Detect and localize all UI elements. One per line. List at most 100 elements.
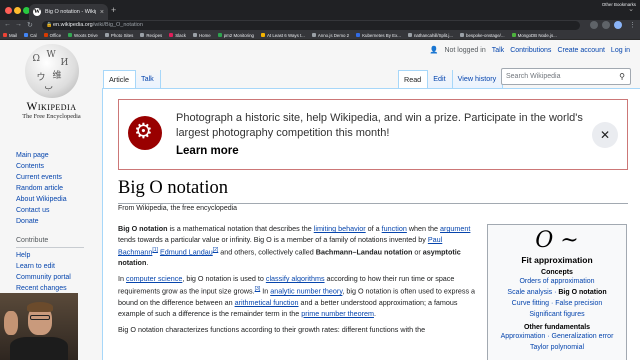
login-link[interactable]: Log in: [611, 47, 630, 54]
text: tends towards a particular value or infi…: [118, 235, 428, 244]
link-prime-number-theorem[interactable]: prime number theorem: [301, 309, 374, 318]
sidebar-item-about-wikipedia[interactable]: About Wikipedia: [16, 194, 96, 205]
bookmark-label: Office: [49, 32, 62, 38]
close-banner-button[interactable]: ✕: [592, 122, 618, 148]
talk-link[interactable]: Talk: [492, 47, 504, 54]
sidebar-item-contact-us[interactable]: Contact us: [16, 205, 96, 216]
link-argument[interactable]: argument: [440, 224, 470, 233]
bookmark-favicon-icon: [192, 33, 197, 37]
link-arithmetical-function[interactable]: arithmetical function: [235, 298, 299, 307]
bookmark-item[interactable]: pm2 Monitoring: [217, 33, 254, 38]
link-classify-algorithms[interactable]: classify algorithms: [266, 274, 325, 283]
infobox-link-row[interactable]: Scale analysis · Big O notation: [488, 287, 626, 298]
sidebar-item-community-portal[interactable]: Community portal: [16, 272, 96, 283]
text: .: [146, 258, 149, 268]
extension-icon[interactable]: [602, 21, 610, 29]
search-icon[interactable]: ⚲: [619, 72, 625, 81]
lock-icon: 🔒: [46, 22, 53, 28]
text: In: [118, 274, 126, 284]
url-path: /wiki/Big_O_notation: [92, 22, 143, 28]
bookmark-item[interactable]: Mail: [3, 33, 17, 38]
sidebar-heading-contribute: Contribute: [16, 237, 84, 248]
bookmark-item[interactable]: Slack: [169, 33, 186, 38]
bookmark-item[interactable]: MongoDB Node.js...: [511, 32, 557, 38]
bookmark-item[interactable]: Home: [192, 33, 211, 38]
view-tabs: Read Edit View history: [398, 70, 504, 88]
sidebar-item-learn-to-edit[interactable]: Learn to edit: [16, 261, 96, 272]
text: In: [260, 286, 271, 296]
bookmark-item[interactable]: Recipes: [140, 33, 162, 38]
page-title: Big O notation: [118, 178, 628, 204]
create-account-link[interactable]: Create account: [557, 47, 604, 54]
link-computer-science[interactable]: computer science: [126, 274, 182, 283]
wikipedia-page: Ω W И ウ 维 ب Wikipedia The Free Encyclope…: [0, 40, 640, 360]
infobox-link[interactable]: Scale analysis ·: [507, 289, 558, 296]
profile-avatar[interactable]: [614, 21, 622, 29]
minimize-window-button[interactable]: [14, 7, 21, 14]
bookmark-label: Cal: [30, 32, 37, 38]
text: is a mathematical notation that describe…: [167, 224, 314, 233]
close-window-button[interactable]: [5, 7, 12, 14]
browser-tab-active[interactable]: W Big O notation - Wikipedia ×: [29, 4, 108, 20]
bookmark-item[interactable]: Office: [43, 32, 62, 38]
bookmark-favicon-icon: [140, 33, 145, 37]
bookmark-item[interactable]: Photo Sites: [104, 33, 133, 38]
bookmark-item[interactable]: Cal: [24, 33, 37, 38]
text: of a: [365, 224, 382, 233]
browser-menu-icon[interactable]: ⋮: [629, 21, 636, 29]
sidebar-item-help[interactable]: Help: [16, 250, 96, 261]
close-tab-icon[interactable]: ×: [100, 9, 104, 16]
text: and others, collectively called: [218, 247, 316, 257]
infobox-link[interactable]: Significant figures: [488, 309, 626, 320]
infobox-link[interactable]: Curve fitting · False precision: [488, 298, 626, 309]
bookmark-label: Mail: [9, 32, 18, 38]
puzzle-globe-icon: Ω W И ウ 维 ب: [24, 44, 79, 98]
infobox-symbol: O ~: [535, 228, 579, 253]
sidebar-item-donate[interactable]: Donate: [16, 216, 96, 227]
bookmark-item[interactable]: Kubernetes By Ex...: [356, 33, 401, 38]
tab-edit[interactable]: Edit: [428, 70, 453, 88]
search-placeholder: Search Wikipedia: [506, 73, 561, 80]
bookmark-item[interactable]: Anno.js Demo 2: [311, 33, 349, 38]
sidebar-item-current-events[interactable]: Current events: [16, 172, 96, 183]
infobox-link[interactable]: Orders of approximation: [488, 276, 626, 287]
bookmark-label: Kubernetes By Ex...: [362, 32, 401, 38]
reload-icon[interactable]: ↻: [27, 21, 33, 29]
text: or: [412, 247, 423, 257]
sidebar-item-contents[interactable]: Contents: [16, 161, 96, 172]
infobox-link[interactable]: Approximation · Generalization error: [488, 331, 626, 342]
tab-talk[interactable]: Talk: [135, 70, 161, 88]
personal-tools: 👤 Not logged in Talk Contributions Creat…: [430, 46, 630, 55]
search-input[interactable]: Search Wikipedia ⚲: [501, 68, 631, 85]
bookmark-item[interactable]: At Least 6 Ways t...: [260, 33, 305, 38]
learn-more-link[interactable]: Learn more: [176, 145, 239, 157]
back-arrow-icon[interactable]: ←: [4, 21, 11, 28]
new-tab-button[interactable]: +: [111, 5, 116, 15]
link-analytic-number-theory[interactable]: analytic number theory: [270, 287, 342, 296]
extension-icon[interactable]: [590, 21, 598, 29]
bookmark-favicon-icon: [169, 33, 174, 37]
tab-article[interactable]: Article: [103, 70, 136, 88]
wikipedia-tagline: The Free Encyclopedia: [22, 113, 81, 120]
wikipedia-logo[interactable]: Ω W И ウ 维 ب Wikipedia The Free Encyclope…: [14, 44, 89, 120]
bookmark-item[interactable]: nathancahill/Split.j...: [407, 33, 453, 38]
bookmarks-bar: Mail Cal Office Woots Drive Photo Sites Recip…: [0, 31, 640, 40]
bookmark-label: MongoDB Node.js...: [517, 32, 557, 38]
link-limiting-behavior[interactable]: limiting behavior: [314, 224, 366, 233]
infobox-current-article: Big O notation: [558, 289, 607, 296]
bookmark-item[interactable]: Woots Drive: [68, 33, 98, 38]
bookmark-item[interactable]: bespoke-onstage/...: [460, 33, 505, 38]
article-content: ⚙ Photograph a historic site, help Wikip…: [102, 88, 640, 360]
link-function[interactable]: function: [382, 224, 407, 233]
forward-arrow-icon[interactable]: →: [15, 21, 22, 28]
infobox-link[interactable]: Taylor polynomial: [488, 342, 626, 353]
contributions-link[interactable]: Contributions: [510, 47, 551, 54]
browser-toolbar: ← → ↻ 🔒 en.wikipedia.org/wiki/Big_O_nota…: [0, 20, 640, 31]
sidebar-item-main-page[interactable]: Main page: [16, 150, 96, 161]
other-bookmarks-folder[interactable]: Other Bookmarks: [602, 2, 636, 7]
tab-read[interactable]: Read: [398, 70, 429, 88]
address-bar[interactable]: 🔒 en.wikipedia.org/wiki/Big_O_notation: [42, 21, 580, 30]
sidebar-item-random-article[interactable]: Random article: [16, 183, 96, 194]
link-edmund-landau[interactable]: Edmund Landau: [160, 247, 213, 256]
tab-view-history[interactable]: View history: [452, 70, 504, 88]
